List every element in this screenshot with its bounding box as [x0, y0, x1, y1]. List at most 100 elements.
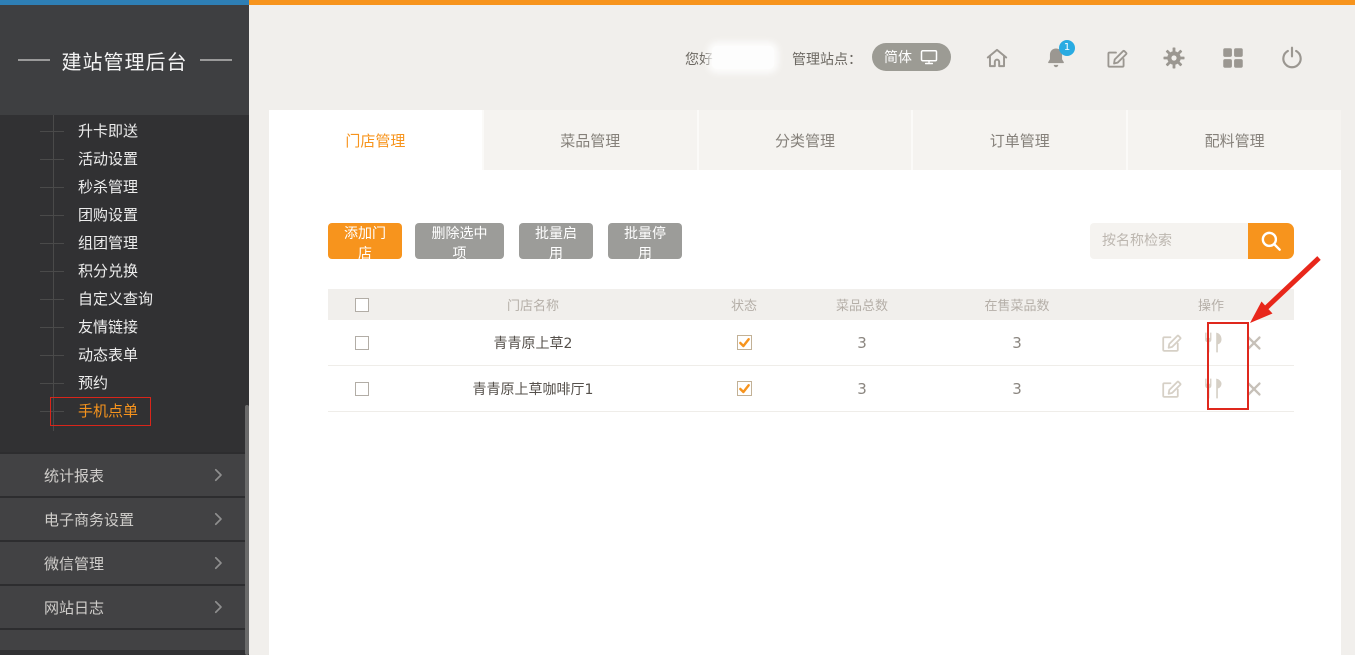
chevron-right-icon	[209, 510, 227, 528]
tab-label: 配料管理	[1205, 130, 1265, 151]
sidebar-item-label: 动态表单	[78, 346, 138, 364]
add-store-button[interactable]: 添加门店	[328, 223, 402, 259]
tab-order-management[interactable]: 订单管理	[911, 110, 1126, 170]
dish-on-sale: 3	[906, 380, 1128, 398]
table-row: 青青原上草咖啡厅1 3 3	[328, 366, 1294, 412]
row-checkbox[interactable]	[355, 382, 369, 396]
dish-total: 3	[818, 380, 906, 398]
section-label: 统计报表	[44, 465, 104, 486]
tab-category-management[interactable]: 分类管理	[697, 110, 912, 170]
edit-icon[interactable]	[1158, 330, 1183, 355]
greeting-text: 您好	[685, 49, 713, 69]
sidebar-section-ecommerce[interactable]: 电子商务设置	[0, 498, 249, 542]
row-checkbox[interactable]	[355, 336, 369, 350]
sidebar-item-label: 秒杀管理	[78, 178, 138, 196]
col-header-status: 状态	[670, 295, 818, 314]
section-label: 微信管理	[44, 553, 104, 574]
chevron-right-icon	[209, 466, 227, 484]
sidebar-item-label: 预约	[78, 374, 108, 392]
apps-grid-icon[interactable]	[1220, 45, 1246, 71]
sidebar-item-group[interactable]: 组团管理	[0, 229, 249, 257]
toolbar: 添加门店 删除选中项 批量启用 批量停用	[269, 223, 1341, 259]
sidebar-item-booking[interactable]: 预约	[0, 369, 249, 397]
redacted-username	[712, 46, 774, 69]
tab-label: 订单管理	[990, 130, 1050, 151]
sidebar-scrollbar[interactable]	[245, 405, 249, 655]
notification-badge: 1	[1059, 40, 1075, 56]
store-name: 青青原上草2	[396, 333, 670, 353]
status-checkbox-checked[interactable]	[737, 335, 752, 350]
sidebar-item-custom-query[interactable]: 自定义查询	[0, 285, 249, 313]
sidebar-item-activity[interactable]: 活动设置	[0, 145, 249, 173]
store-table: 门店名称 状态 菜品总数 在售菜品数 操作 青青原上草2 3 3	[328, 289, 1294, 412]
app-title: 建站管理后台	[0, 5, 249, 115]
delete-x-icon[interactable]	[1244, 379, 1264, 399]
sidebar: 建站管理后台 升卡即送 活动设置 秒杀管理 团购设置 组团管理 积分兑换 自定义…	[0, 5, 249, 655]
dishes-fork-knife-icon[interactable]	[1201, 376, 1226, 401]
sidebar-item-dynamic-form[interactable]: 动态表单	[0, 341, 249, 369]
sidebar-item-label: 升卡即送	[78, 122, 138, 140]
col-header-on-sale: 在售菜品数	[906, 295, 1128, 314]
site-label: 管理站点：	[792, 49, 862, 69]
sidebar-item-mobile-order[interactable]: 手机点单	[0, 397, 249, 425]
col-header-name: 门店名称	[396, 295, 670, 314]
sidebar-item-label: 活动设置	[78, 150, 138, 168]
tab-label: 菜品管理	[560, 130, 620, 151]
batch-disable-button[interactable]: 批量停用	[608, 223, 682, 259]
dishes-fork-knife-icon[interactable]	[1201, 330, 1226, 355]
table-row: 青青原上草2 3 3	[328, 320, 1294, 366]
tab-label: 门店管理	[345, 130, 405, 151]
sidebar-submenu: 升卡即送 活动设置 秒杀管理 团购设置 组团管理 积分兑换 自定义查询 友情链接…	[0, 115, 249, 425]
sidebar-item-card-gift[interactable]: 升卡即送	[0, 117, 249, 145]
tab-store-management[interactable]: 门店管理	[269, 110, 482, 170]
title-dash-left	[18, 59, 50, 61]
store-name: 青青原上草咖啡厅1	[396, 379, 670, 399]
search-icon	[1258, 228, 1284, 254]
logout-power-icon[interactable]	[1279, 45, 1305, 71]
sidebar-section-logs[interactable]: 网站日志	[0, 586, 249, 630]
sidebar-section-filler	[0, 630, 249, 650]
sidebar-sections: 统计报表 电子商务设置 微信管理 网站日志	[0, 452, 249, 650]
language-site-button[interactable]: 简体	[872, 43, 951, 71]
sidebar-section-wechat[interactable]: 微信管理	[0, 542, 249, 586]
sidebar-item-links[interactable]: 友情链接	[0, 313, 249, 341]
sidebar-item-label: 自定义查询	[78, 290, 153, 308]
tab-dish-management[interactable]: 菜品管理	[482, 110, 697, 170]
sidebar-item-label: 组团管理	[78, 234, 138, 252]
search-input[interactable]	[1090, 223, 1248, 259]
app-title-text: 建站管理后台	[62, 46, 188, 75]
main-header: 您好 管理站点： 简体 1	[249, 5, 1355, 110]
tab-ingredient-management[interactable]: 配料管理	[1126, 110, 1341, 170]
content-panel: 门店管理 菜品管理 分类管理 订单管理 配料管理 添加门店 删除选中项 批量启用…	[269, 110, 1341, 655]
dish-total: 3	[818, 334, 906, 352]
title-dash-right	[200, 59, 232, 61]
sidebar-item-seckill[interactable]: 秒杀管理	[0, 173, 249, 201]
sidebar-item-groupbuy[interactable]: 团购设置	[0, 201, 249, 229]
col-header-total: 菜品总数	[818, 295, 906, 314]
sidebar-item-label: 积分兑换	[78, 262, 138, 280]
chevron-right-icon	[209, 598, 227, 616]
sidebar-item-points[interactable]: 积分兑换	[0, 257, 249, 285]
delete-selected-button[interactable]: 删除选中项	[415, 223, 504, 259]
settings-gear-icon[interactable]	[1161, 45, 1187, 71]
home-icon[interactable]	[984, 45, 1010, 71]
chevron-right-icon	[209, 554, 227, 572]
select-all-checkbox[interactable]	[355, 298, 369, 312]
monitor-icon	[919, 47, 939, 67]
status-checkbox-checked[interactable]	[737, 381, 752, 396]
dish-on-sale: 3	[906, 334, 1128, 352]
search-button[interactable]	[1248, 223, 1294, 259]
edit-icon[interactable]	[1158, 376, 1183, 401]
tab-label: 分类管理	[775, 130, 835, 151]
delete-x-icon[interactable]	[1244, 333, 1264, 353]
sidebar-section-reports[interactable]: 统计报表	[0, 454, 249, 498]
sidebar-item-label: 手机点单	[78, 402, 138, 420]
language-label: 简体	[884, 47, 912, 67]
table-header-row: 门店名称 状态 菜品总数 在售菜品数 操作	[328, 289, 1294, 320]
compose-icon[interactable]	[1103, 45, 1129, 71]
batch-enable-button[interactable]: 批量启用	[519, 223, 593, 259]
section-label: 网站日志	[44, 597, 104, 618]
sidebar-item-label: 友情链接	[78, 318, 138, 336]
tab-bar: 门店管理 菜品管理 分类管理 订单管理 配料管理	[269, 110, 1341, 170]
section-label: 电子商务设置	[44, 509, 134, 530]
